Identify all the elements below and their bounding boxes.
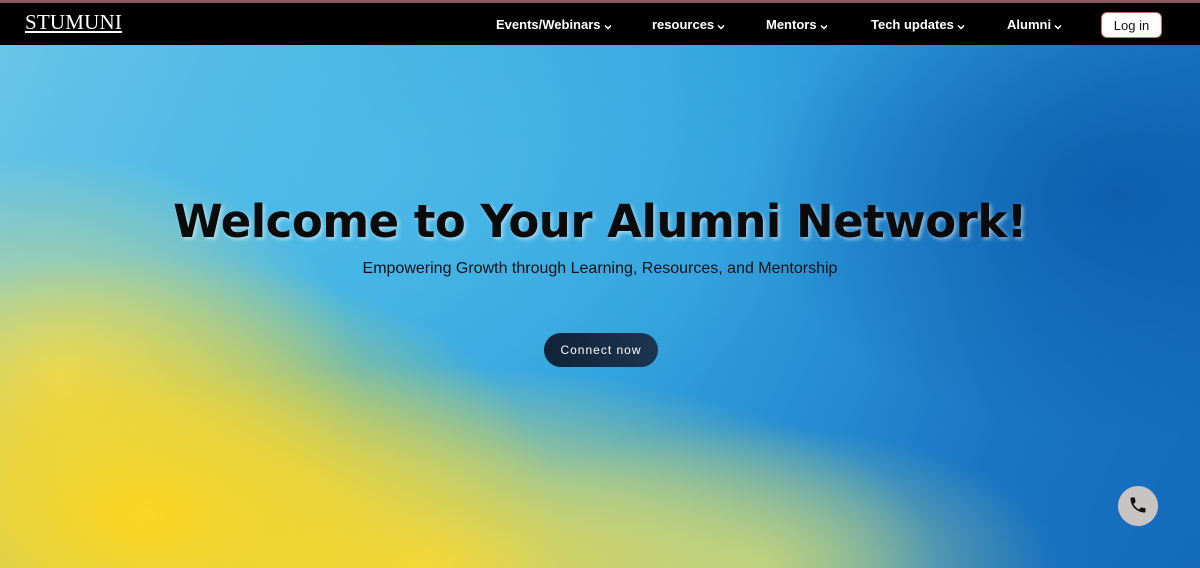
- site-logo[interactable]: STUMUNI: [25, 10, 122, 35]
- hero-section: Welcome to Your Alumni Network! Empoweri…: [0, 45, 1200, 568]
- navbar: STUMUNI Events/Webinars resources Mentor…: [0, 3, 1200, 45]
- call-button[interactable]: [1118, 486, 1158, 526]
- nav-item-resources[interactable]: resources: [652, 17, 725, 33]
- hero-subtitle: Empowering Growth through Learning, Reso…: [362, 260, 838, 277]
- nav-item-label: Tech updates: [871, 17, 954, 32]
- nav-item-label: Events/Webinars: [496, 17, 601, 32]
- phone-icon: [1128, 495, 1148, 518]
- hero-title: Welcome to Your Alumni Network!: [173, 195, 1027, 248]
- chevron-down-icon: [957, 18, 965, 33]
- nav-item-events-webinars[interactable]: Events/Webinars: [496, 17, 612, 33]
- login-button[interactable]: Log in: [1101, 12, 1162, 38]
- chevron-down-icon: [820, 18, 828, 33]
- chevron-down-icon: [604, 18, 612, 33]
- chevron-down-icon: [717, 18, 725, 33]
- connect-now-button[interactable]: Connect now: [544, 333, 658, 367]
- chevron-down-icon: [1054, 18, 1062, 33]
- nav-item-label: Mentors: [766, 17, 817, 32]
- nav-item-alumni[interactable]: Alumni: [1007, 17, 1062, 33]
- nav-item-mentors[interactable]: Mentors: [766, 17, 828, 33]
- nav-item-label: resources: [652, 17, 715, 32]
- nav-item-label: Alumni: [1007, 17, 1052, 32]
- nav-item-tech-updates[interactable]: Tech updates: [871, 17, 965, 33]
